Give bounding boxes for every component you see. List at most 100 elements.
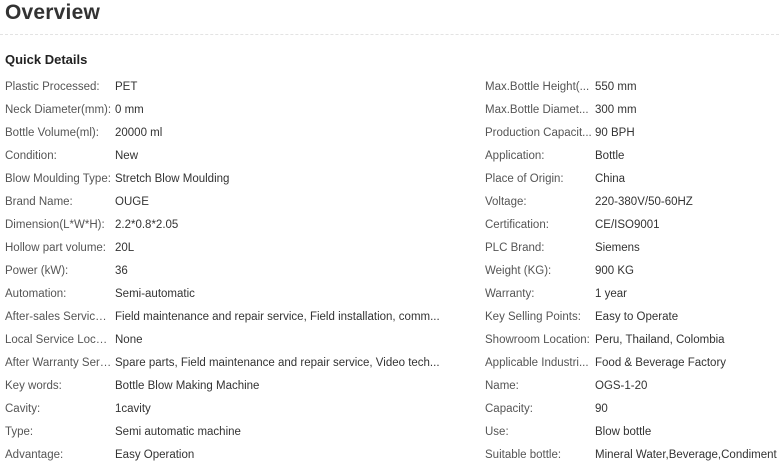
detail-label: Max.Bottle Diamet... bbox=[485, 104, 589, 116]
detail-row: Max.Bottle Diamet... 300 mm bbox=[485, 102, 779, 125]
detail-value: Stretch Blow Moulding bbox=[115, 173, 230, 185]
detail-row: Local Service Locat... None bbox=[5, 332, 475, 355]
detail-value: 300 mm bbox=[595, 104, 637, 116]
detail-value: OUGE bbox=[115, 196, 149, 208]
detail-value: New bbox=[115, 150, 139, 162]
detail-value: None bbox=[115, 334, 143, 346]
detail-row: Dimension(L*W*H): 2.2*0.8*2.05 bbox=[5, 217, 475, 240]
section-heading: Quick Details bbox=[5, 52, 88, 67]
detail-value: 90 bbox=[595, 403, 608, 415]
detail-label: After Warranty Serv... bbox=[5, 357, 113, 369]
detail-row: Brand Name: OUGE bbox=[5, 194, 475, 217]
detail-label: PLC Brand: bbox=[485, 242, 545, 254]
detail-row: After-sales Service ... Field maintenance… bbox=[5, 309, 475, 332]
detail-value: Food & Beverage Factory bbox=[595, 357, 727, 369]
detail-label: Bottle Volume(ml): bbox=[5, 127, 99, 139]
detail-label: Key Selling Points: bbox=[485, 311, 581, 323]
detail-value: 550 mm bbox=[595, 81, 637, 93]
detail-row: Neck Diameter(mm): 0 mm bbox=[5, 102, 475, 125]
detail-label: Power (kW): bbox=[5, 265, 69, 277]
detail-label: Max.Bottle Height(... bbox=[485, 81, 590, 93]
detail-label: Use: bbox=[485, 426, 509, 438]
detail-row: Production Capacit... 90 BPH bbox=[485, 125, 779, 148]
detail-row: Suitable bottle: Mineral Water,Beverage,C… bbox=[485, 447, 779, 470]
detail-row: Key words: Bottle Blow Making Machine bbox=[5, 378, 475, 401]
detail-label: Blow Moulding Type: bbox=[5, 173, 111, 185]
title-divider bbox=[0, 34, 779, 35]
detail-label: Warranty: bbox=[485, 288, 535, 300]
detail-value: 20000 ml bbox=[115, 127, 163, 139]
detail-row: Bottle Volume(ml): 20000 ml bbox=[5, 125, 475, 148]
detail-value: 1 year bbox=[595, 288, 627, 300]
detail-label: Hollow part volume: bbox=[5, 242, 106, 254]
detail-row: Certification: CE/ISO9001 bbox=[485, 217, 779, 240]
detail-row: After Warranty Serv... Spare parts, Field… bbox=[5, 355, 475, 378]
detail-label: Neck Diameter(mm): bbox=[5, 104, 112, 116]
detail-label: Place of Origin: bbox=[485, 173, 564, 185]
detail-row: Power (kW): 36 bbox=[5, 263, 475, 286]
detail-label: Production Capacit... bbox=[485, 127, 592, 139]
detail-label: After-sales Service ... bbox=[5, 311, 113, 323]
detail-row: Advantage: Easy Operation bbox=[5, 447, 475, 470]
detail-label: Cavity: bbox=[5, 403, 41, 415]
detail-value: CE/ISO9001 bbox=[595, 219, 660, 231]
detail-row: Blow Moulding Type: Stretch Blow Moulding bbox=[5, 171, 475, 194]
detail-row: Max.Bottle Height(... 550 mm bbox=[485, 79, 779, 102]
detail-row: Applicable Industri... Food & Beverage Fa… bbox=[485, 355, 779, 378]
detail-row: Cavity: 1cavity bbox=[5, 401, 475, 424]
detail-row: Key Selling Points: Easy to Operate bbox=[485, 309, 779, 332]
detail-row: Hollow part volume: 20L bbox=[5, 240, 475, 263]
detail-row: Plastic Processed: PET bbox=[5, 79, 475, 102]
detail-label: Voltage: bbox=[485, 196, 527, 208]
detail-row: Name: OGS-1-20 bbox=[485, 378, 779, 401]
detail-value: 2.2*0.8*2.05 bbox=[115, 219, 179, 231]
detail-value: Semi-automatic bbox=[115, 288, 195, 300]
detail-value: 900 KG bbox=[595, 265, 634, 277]
detail-value: Spare parts, Field maintenance and repai… bbox=[115, 357, 440, 369]
detail-label: Automation: bbox=[5, 288, 67, 300]
detail-label: Weight (KG): bbox=[485, 265, 552, 277]
detail-label: Local Service Locat... bbox=[5, 334, 113, 346]
detail-label: Certification: bbox=[485, 219, 549, 231]
right-details-column: Max.Bottle Height(... 550 mm Max.Bottle Di… bbox=[485, 79, 779, 470]
detail-label: Applicable Industri... bbox=[485, 357, 589, 369]
detail-value: 1cavity bbox=[115, 403, 151, 415]
detail-value: Easy to Operate bbox=[595, 311, 679, 323]
detail-row: Warranty: 1 year bbox=[485, 286, 779, 309]
detail-value: Siemens bbox=[595, 242, 640, 254]
detail-value: 20L bbox=[115, 242, 135, 254]
detail-label: Name: bbox=[485, 380, 519, 392]
detail-value: Easy Operation bbox=[115, 449, 195, 461]
detail-label: Suitable bottle: bbox=[485, 449, 562, 461]
detail-value: 220-380V/50-60HZ bbox=[595, 196, 693, 208]
detail-value: Semi automatic machine bbox=[115, 426, 241, 438]
detail-row: Use: Blow bottle bbox=[485, 424, 779, 447]
page-title: Overview bbox=[5, 1, 100, 24]
detail-value: Bottle bbox=[595, 150, 625, 162]
detail-label: Brand Name: bbox=[5, 196, 73, 208]
detail-row: Showroom Location: Peru, Thailand, Colomb… bbox=[485, 332, 779, 355]
detail-row: Type: Semi automatic machine bbox=[5, 424, 475, 447]
detail-row: Condition: New bbox=[5, 148, 475, 171]
detail-label: Capacity: bbox=[485, 403, 533, 415]
detail-value: PET bbox=[115, 81, 138, 93]
detail-value: Blow bottle bbox=[595, 426, 652, 438]
detail-row: Capacity: 90 bbox=[485, 401, 779, 424]
detail-value: Mineral Water,Beverage,Condiment bbox=[595, 449, 777, 461]
detail-label: Application: bbox=[485, 150, 545, 162]
detail-value: Field maintenance and repair service, Fi… bbox=[115, 311, 440, 323]
detail-value: 0 mm bbox=[115, 104, 144, 116]
detail-row: PLC Brand: Siemens bbox=[485, 240, 779, 263]
detail-row: Voltage: 220-380V/50-60HZ bbox=[485, 194, 779, 217]
detail-value: OGS-1-20 bbox=[595, 380, 648, 392]
detail-label: Showroom Location: bbox=[485, 334, 590, 346]
detail-label: Type: bbox=[5, 426, 34, 438]
detail-row: Automation: Semi-automatic bbox=[5, 286, 475, 309]
detail-label: Dimension(L*W*H): bbox=[5, 219, 105, 231]
detail-row: Application: Bottle bbox=[485, 148, 779, 171]
detail-value: Bottle Blow Making Machine bbox=[115, 380, 260, 392]
detail-value: China bbox=[595, 173, 626, 185]
detail-row: Weight (KG): 900 KG bbox=[485, 263, 779, 286]
detail-value: 36 bbox=[115, 265, 128, 277]
detail-label: Condition: bbox=[5, 150, 57, 162]
